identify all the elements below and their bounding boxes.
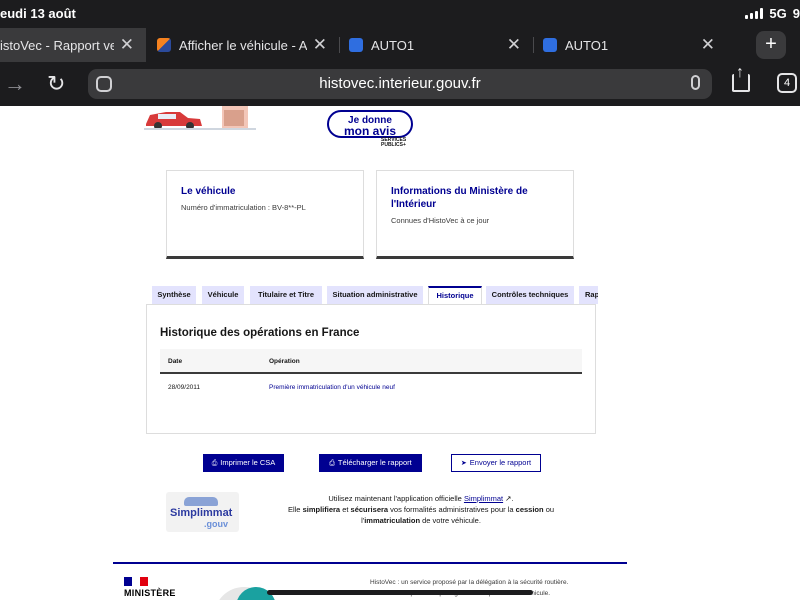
ministere-label: MINISTÈRE [124,588,176,598]
tab-title: Afficher le véhicule - Ad [179,37,307,53]
promo-line3: l'immatriculation de votre véhicule. [361,516,481,525]
ministry-card: Informations du Ministère de l'Intérieur… [376,170,574,259]
close-icon[interactable]: ✕ [313,35,327,55]
send-report-button[interactable]: ➤ Envoyer le rapport [451,454,541,472]
status-indicators: 5G 9 [745,6,800,21]
footer-text: HistoVec : un service proposé par la dél… [370,577,610,599]
column-operation: Opération [269,358,300,365]
print-csa-label: Imprimer le CSA [220,458,276,467]
send-report-label: Envoyer le rapport [469,458,532,467]
partner-logo [214,587,276,600]
table-row: 28/09/2011 Première immatriculation d'un… [160,375,582,399]
tab-synthese[interactable]: Synthèse [152,286,196,304]
tab-divider [339,37,340,53]
web-page: Je donne mon avis SERVICES PUBLICS+ Le vé… [0,106,800,600]
print-csa-button[interactable]: ⎙ Imprimer le CSA [203,454,284,472]
site-favicon-icon [157,38,171,52]
close-icon[interactable]: ✕ [120,35,134,55]
vehicle-card: Le véhicule Numéro d'immatriculation : B… [166,170,364,259]
column-date: Date [168,358,183,365]
new-tab-button[interactable]: + [756,31,786,59]
status-bar: eudi 13 août 5G 9 [0,0,800,28]
tab-controles-techniques[interactable]: Contrôles techniques [486,286,574,304]
send-icon: ➤ [460,460,467,467]
signal-icon [745,8,764,19]
network-label: 5G [769,6,787,21]
simplimmat-logo-suffix: .gouv [204,519,228,529]
home-indicator [267,590,533,595]
auto1-favicon-icon [543,38,557,52]
cars-icon [184,497,218,506]
battery-label: 9 [792,6,800,21]
tab-situation-administrative[interactable]: Situation administrative [327,286,423,304]
url-text: histovec.interieur.gouv.fr [319,75,481,92]
status-date: eudi 13 août [0,6,76,21]
tab-titulaire-titre[interactable]: Titulaire et Titre [250,286,322,304]
table-header: Date Opération [160,349,582,374]
feedback-button[interactable]: Je donne mon avis [327,110,413,138]
browser-tab-auto1-b[interactable]: AUTO1 ✕ [543,28,727,62]
tab-historique[interactable]: Historique [428,286,482,304]
history-heading: Historique des opérations en France [160,327,360,339]
download-report-button[interactable]: ⎙ Télécharger le rapport [319,454,422,472]
simplimmat-logo-word: Simplimmat [170,507,233,519]
simplimmat-logo[interactable]: Simplimmat .gouv [166,492,239,532]
tab-title: istoVec - Rapport vend [0,37,114,53]
tab-rapport[interactable]: Rap [579,286,598,304]
row-date: 28/09/2011 [168,384,201,391]
simplimmat-link[interactable]: Simplimmat [464,494,503,503]
tab-divider [533,37,534,53]
page-settings-icon[interactable] [96,76,112,92]
close-icon[interactable]: ✕ [701,35,715,55]
history-panel: Historique des opérations en France Date… [146,304,596,434]
browser-tab-histovec[interactable]: istoVec - Rapport vend ✕ [0,28,146,62]
share-icon[interactable] [732,64,750,92]
vehicle-card-title: Le véhicule [181,186,236,197]
forward-arrow-icon[interactable]: → [4,73,26,95]
ministry-card-text: Connues d'HistoVec à ce jour [391,216,490,225]
printer-icon: ⎙ [211,460,218,467]
tab-title: AUTO1 [371,37,415,53]
reload-icon[interactable]: ↻ [47,73,65,95]
address-bar[interactable]: histovec.interieur.gouv.fr [88,69,712,99]
auto1-favicon-icon [349,38,363,52]
row-operation: Première immatriculation d'un véhicule n… [269,384,395,391]
report-tabs: Synthèse Véhicule Titulaire et Titre Sit… [152,286,598,304]
download-report-label: Télécharger le rapport [337,458,412,467]
footer-line1: HistoVec : un service proposé par la dél… [370,579,569,586]
feedback-line2: mon avis [343,124,397,138]
ministry-card-title: Informations du Ministère de l'Intérieur [391,186,528,210]
browser-toolbar: → ↻ histovec.interieur.gouv.fr 4 [0,62,800,106]
promo-line2: Elle simplifiera et sécurisera vos forma… [287,505,555,514]
microphone-icon[interactable] [691,75,700,90]
registration-number: Numéro d'immatriculation : BV-8**-PL [181,203,306,212]
tab-overview-button[interactable]: 4 [777,73,797,93]
car-illustration [144,106,256,130]
footer-divider [113,562,627,564]
tab-title: AUTO1 [565,37,609,53]
browser-tab-afficher-vehicule[interactable]: Afficher le véhicule - Ad ✕ [157,28,339,62]
download-icon: ⎙ [329,460,335,467]
tab-vehicule[interactable]: Véhicule [202,286,244,304]
browser-tab-auto1-a[interactable]: AUTO1 ✕ [349,28,533,62]
promo-line1: Utilisez maintenant l'application offici… [328,494,514,503]
simplimmat-promo: Utilisez maintenant l'application offici… [270,493,572,526]
browser-tab-bar: istoVec - Rapport vend ✕ Afficher le véh… [0,28,800,62]
services-publics-logo: SERVICES PUBLICS+ [381,137,407,148]
french-flag-icon [124,577,148,586]
close-icon[interactable]: ✕ [507,35,521,55]
